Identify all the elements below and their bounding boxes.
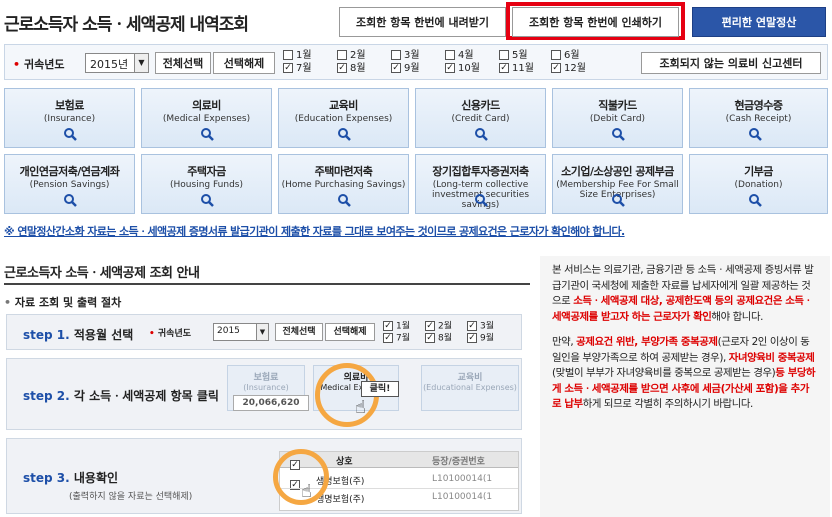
card-cash-receipt[interactable]: 현금영수증 (Cash Receipt) (689, 88, 828, 148)
step-3-subtext: (출력하지 않을 자료는 선택해제) (69, 492, 193, 502)
search-icon (749, 128, 762, 141)
col-header-name: 상호 (336, 457, 353, 467)
search-icon (749, 194, 762, 207)
card-home-purchasing-savings[interactable]: 주택마련저축 (Home Purchasing Savings) (278, 154, 409, 214)
search-icon (338, 128, 351, 141)
procedure-title: • 자료 조회 및 출력 절차 (4, 296, 122, 309)
step-1-label: step 1. 적용월 선택 (23, 328, 134, 342)
guide-title: 근로소득자 소득ㆍ세액공제 조회 안내 (4, 266, 200, 281)
info-panel: 본 서비스는 의료기관, 금융기관 등 소득ㆍ세액공제 증빙서류 발급기관이 국… (540, 256, 830, 517)
step-2-label: step 2. 각 소득ㆍ세액공제 항목 클릭 (23, 389, 219, 403)
step-2-panel: step 2. 각 소득ㆍ세액공제 항목 클릭 보험료 (Insurance) … (6, 358, 522, 430)
easy-year-end-button[interactable]: 편리한 연말정산 (692, 7, 826, 37)
divider (4, 283, 530, 285)
step-3-panel: step 3. 내용확인 (출력하지 않을 자료는 선택해제) 상호 등장/증권… (6, 438, 522, 514)
deduction-notice: ※ 연말정산간소화 자료는 소득ㆍ세액공제 증명서류 발급기관이 제출한 자료를… (4, 225, 625, 238)
card-medical[interactable]: 의료비 (Medical Expenses) (141, 88, 272, 148)
card-insurance[interactable]: 보험료 (Insurance) (4, 88, 135, 148)
info-paragraph-1: 본 서비스는 의료기관, 금융기관 등 소득ㆍ세액공제 증빙서류 발급기관이 국… (552, 264, 814, 323)
step-1-months-2: 2월8월 (425, 321, 452, 344)
month-checkbox-group-4[interactable]: 4월10월 (445, 49, 480, 75)
row1-no: L10100014(1 (432, 474, 493, 484)
search-icon (201, 194, 214, 207)
card-donation[interactable]: 기부금 (Donation) (689, 154, 828, 214)
deselect-button[interactable]: 선택해제 (213, 52, 275, 74)
page-title: 근로소득자 소득ㆍ세액공제 내역조회 (4, 15, 249, 35)
search-icon (475, 194, 488, 207)
medical-report-center-button[interactable]: 조회되지 않는 의료비 신고센터 (641, 52, 821, 74)
info-paragraph-2: 만약, 공제요건 위반, 부양가족 중복공제(근로자 2인 이상이 동일인을 부… (552, 336, 816, 410)
year-select[interactable]: 2015년 ▼ (85, 53, 149, 73)
month-checkbox-group-3[interactable]: 3월9월 (391, 49, 420, 75)
step-1-months-3: 3월9월 (467, 321, 494, 344)
row2-no: L10100014(1 (432, 492, 493, 502)
chevron-down-icon: ▼ (134, 54, 148, 72)
step-1-year-select: 2015 ▼ (213, 323, 269, 341)
month-checkbox-group-2[interactable]: 2월8월 (337, 49, 366, 75)
step-2-card-education: 교육비 (Educational Expenses) (421, 365, 519, 411)
month-checkbox-group-1[interactable]: 1월7월 (283, 49, 312, 75)
card-pension-savings[interactable]: 개인연금저축/연금계좌 (Pension Savings) (4, 154, 135, 214)
filter-bar: •귀속년도 2015년▼ 전체선택 선택해제 1월7월 2월8월 3월9월 4월… (4, 44, 828, 80)
search-icon (64, 194, 77, 207)
card-debit-card[interactable]: 직불카드 (Debit Card) (552, 88, 683, 148)
card-long-term-investment[interactable]: 장기집합투자증권저축 (Long-term collective investme… (415, 154, 546, 214)
step-2-amount: 20,066,620 (233, 395, 309, 411)
search-icon (612, 128, 625, 141)
card-education[interactable]: 교육비 (Education Expenses) (278, 88, 409, 148)
hand-cursor-icon: ☝ (355, 397, 366, 418)
hand-cursor-icon: ☝ (301, 481, 312, 502)
step-1-months: 1월7월 (383, 321, 410, 344)
month-checkbox-group-5[interactable]: 5월11월 (499, 49, 534, 75)
month-checkbox-group-6[interactable]: 6월12월 (551, 49, 586, 75)
step-1-select-all: 전체선택 (275, 323, 323, 341)
search-icon (475, 128, 488, 141)
col-header-no: 등장/증권번호 (432, 457, 485, 467)
step-3-label: step 3. 내용확인 (23, 471, 119, 485)
step-1-panel: step 1. 적용월 선택 • 귀속년도 2015▼ 전체선택 선택해제 1월… (6, 314, 522, 350)
select-all-button[interactable]: 전체선택 (155, 52, 211, 74)
step-1-year-label: • 귀속년도 (149, 329, 192, 339)
search-icon (64, 128, 77, 141)
search-icon (338, 194, 351, 207)
download-all-button[interactable]: 조회한 항목 한번에 내려받기 (339, 7, 506, 37)
card-housing-funds[interactable]: 주택자금 (Housing Funds) (141, 154, 272, 214)
search-icon (201, 128, 214, 141)
year-label: • 귀속년도 (13, 58, 65, 71)
search-icon (612, 194, 625, 207)
click-tooltip: 클릭! (361, 381, 399, 397)
card-credit-card[interactable]: 신용카드 (Credit Card) (415, 88, 546, 148)
print-all-button[interactable]: 조회한 항목 한번에 인쇄하기 (512, 7, 679, 37)
step-1-deselect: 선택해제 (325, 323, 375, 341)
card-small-enterprise-fee[interactable]: 소기업/소상공인 공제부금 (Membership Fee For Small S… (552, 154, 683, 214)
